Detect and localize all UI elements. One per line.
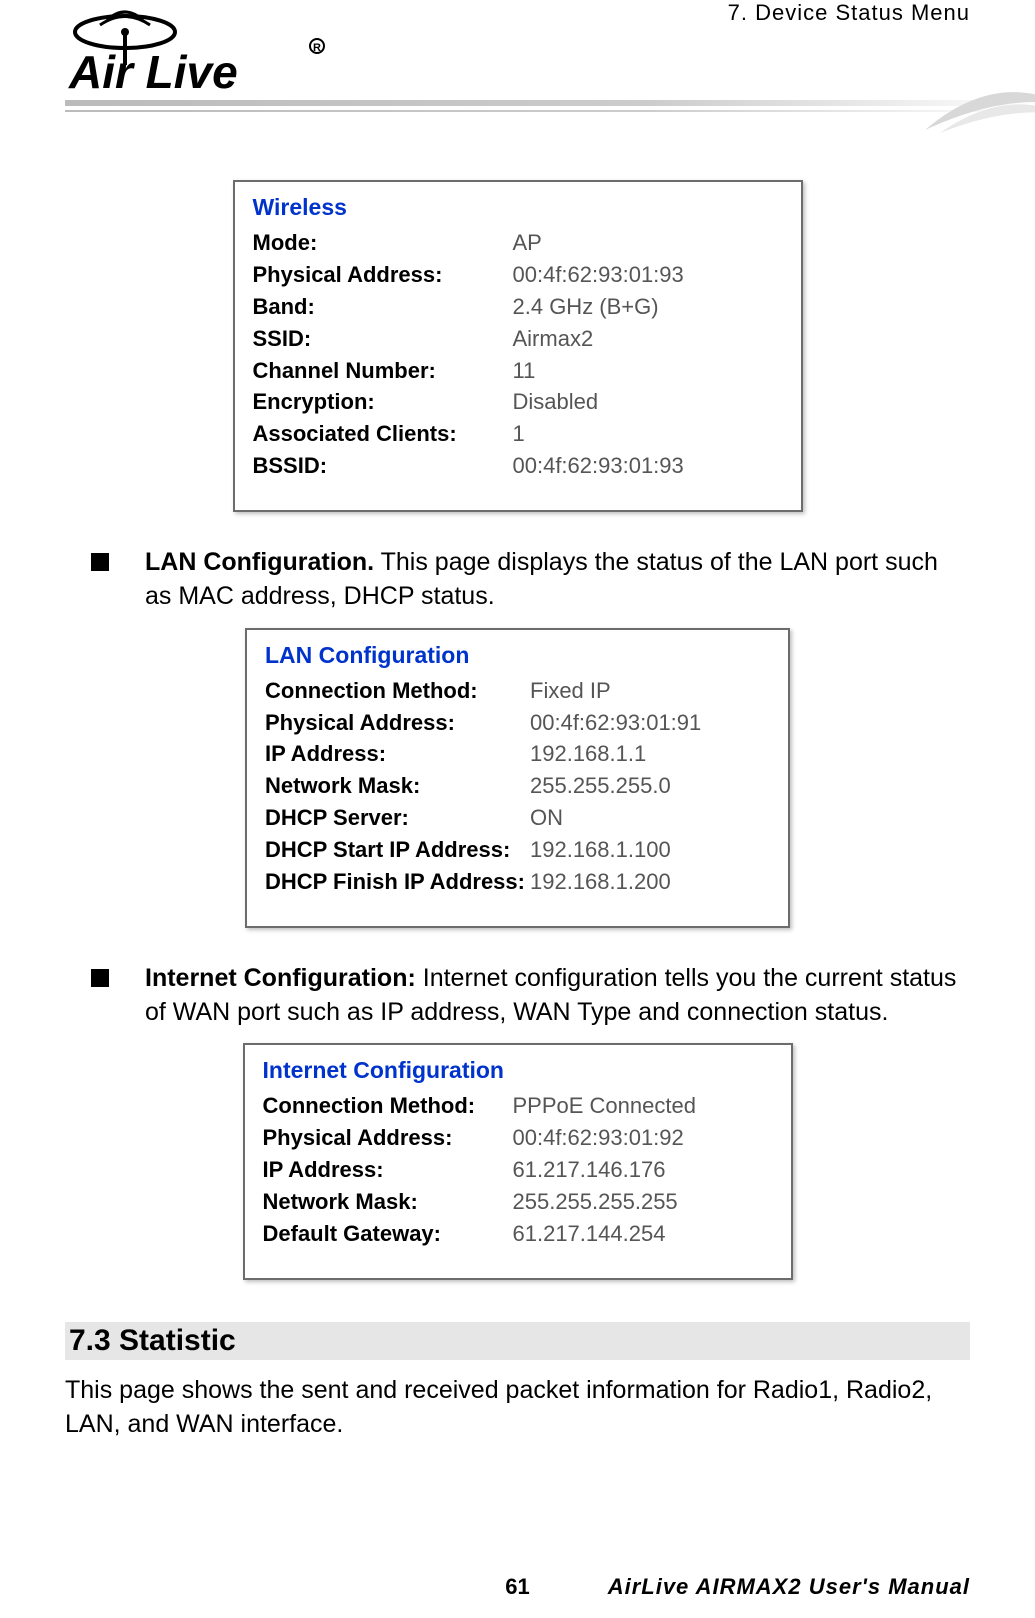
page-number: 61 <box>505 1574 529 1600</box>
wireless-clients-label: Associated Clients: <box>253 418 513 450</box>
page-header: 7. Device Status Menu Air Live R <box>65 0 970 150</box>
wireless-mode-value: AP <box>513 227 542 259</box>
wireless-bssid-label: BSSID: <box>253 450 513 482</box>
wireless-physaddr-label: Physical Address: <box>253 259 513 291</box>
bullet-square-icon <box>91 553 109 571</box>
wireless-panel-title: Wireless <box>253 194 783 221</box>
wireless-band-value: 2.4 GHz (B+G) <box>513 291 659 323</box>
lan-dhcpfinish-value: 192.168.1.200 <box>530 866 671 898</box>
lan-connmethod-value: Fixed IP <box>530 675 611 707</box>
lan-physaddr-value: 00:4f:62:93:01:91 <box>530 707 701 739</box>
internet-physaddr-value: 00:4f:62:93:01:92 <box>513 1122 684 1154</box>
internet-ipaddr-label: IP Address: <box>263 1154 513 1186</box>
lan-netmask-value: 255.255.255.0 <box>530 770 671 802</box>
svg-text:Air Live: Air Live <box>68 46 238 98</box>
section-para-statistic: This page shows the sent and received pa… <box>65 1374 970 1442</box>
internet-physaddr-label: Physical Address: <box>263 1122 513 1154</box>
wireless-bssid-value: 00:4f:62:93:01:93 <box>513 450 684 482</box>
lan-ipaddr-value: 192.168.1.1 <box>530 738 646 770</box>
internet-gateway-value: 61.217.144.254 <box>513 1218 666 1250</box>
wireless-ssid-value: Airmax2 <box>513 323 594 355</box>
lan-dhcpstart-value: 192.168.1.100 <box>530 834 671 866</box>
wireless-channel-label: Channel Number: <box>253 355 513 387</box>
header-divider <box>65 100 1035 130</box>
bullet-square-icon <box>91 969 109 987</box>
internet-config-panel: Internet Configuration Connection Method… <box>243 1043 793 1279</box>
internet-connmethod-label: Connection Method: <box>263 1090 513 1122</box>
manual-title: AirLive AIRMAX2 User's Manual <box>608 1574 970 1600</box>
wireless-status-panel: Wireless Mode:AP Physical Address:00:4f:… <box>233 180 803 512</box>
svg-text:R: R <box>313 42 321 54</box>
lan-ipaddr-label: IP Address: <box>265 738 530 770</box>
chapter-title: 7. Device Status Menu <box>728 0 970 26</box>
page-footer: 61 AirLive AIRMAX2 User's Manual <box>65 1574 970 1600</box>
wireless-mode-label: Mode: <box>253 227 513 259</box>
wireless-channel-value: 11 <box>513 355 536 387</box>
lan-dhcpserver-label: DHCP Server: <box>265 802 530 834</box>
internet-netmask-label: Network Mask: <box>263 1186 513 1218</box>
brand-logo: Air Live R <box>65 10 355 105</box>
lan-dhcpserver-value: ON <box>530 802 563 834</box>
internet-config-bullet: Internet Configuration: Internet configu… <box>65 962 970 1030</box>
internet-gateway-label: Default Gateway: <box>263 1218 513 1250</box>
section-heading-statistic: 7.3 Statistic <box>65 1322 970 1360</box>
lan-physaddr-label: Physical Address: <box>265 707 530 739</box>
wireless-physaddr-value: 00:4f:62:93:01:93 <box>513 259 684 291</box>
wireless-ssid-label: SSID: <box>253 323 513 355</box>
lan-dhcpstart-label: DHCP Start IP Address: <box>265 834 530 866</box>
lan-config-bullet-title: LAN Configuration. <box>145 548 374 576</box>
lan-netmask-label: Network Mask: <box>265 770 530 802</box>
lan-config-panel: LAN Configuration Connection Method:Fixe… <box>245 628 790 928</box>
lan-dhcpfinish-label: DHCP Finish IP Address: <box>265 866 530 898</box>
wireless-clients-value: 1 <box>513 418 525 450</box>
internet-config-bullet-title: Internet Configuration: <box>145 964 416 992</box>
internet-netmask-value: 255.255.255.255 <box>513 1186 678 1218</box>
lan-connmethod-label: Connection Method: <box>265 675 530 707</box>
internet-ipaddr-value: 61.217.146.176 <box>513 1154 666 1186</box>
internet-panel-title: Internet Configuration <box>263 1057 773 1084</box>
lan-panel-title: LAN Configuration <box>265 642 770 669</box>
wireless-encryption-value: Disabled <box>513 386 599 418</box>
internet-connmethod-value: PPPoE Connected <box>513 1090 696 1122</box>
wireless-band-label: Band: <box>253 291 513 323</box>
lan-config-bullet: LAN Configuration. This page displays th… <box>65 546 970 614</box>
wireless-encryption-label: Encryption: <box>253 386 513 418</box>
